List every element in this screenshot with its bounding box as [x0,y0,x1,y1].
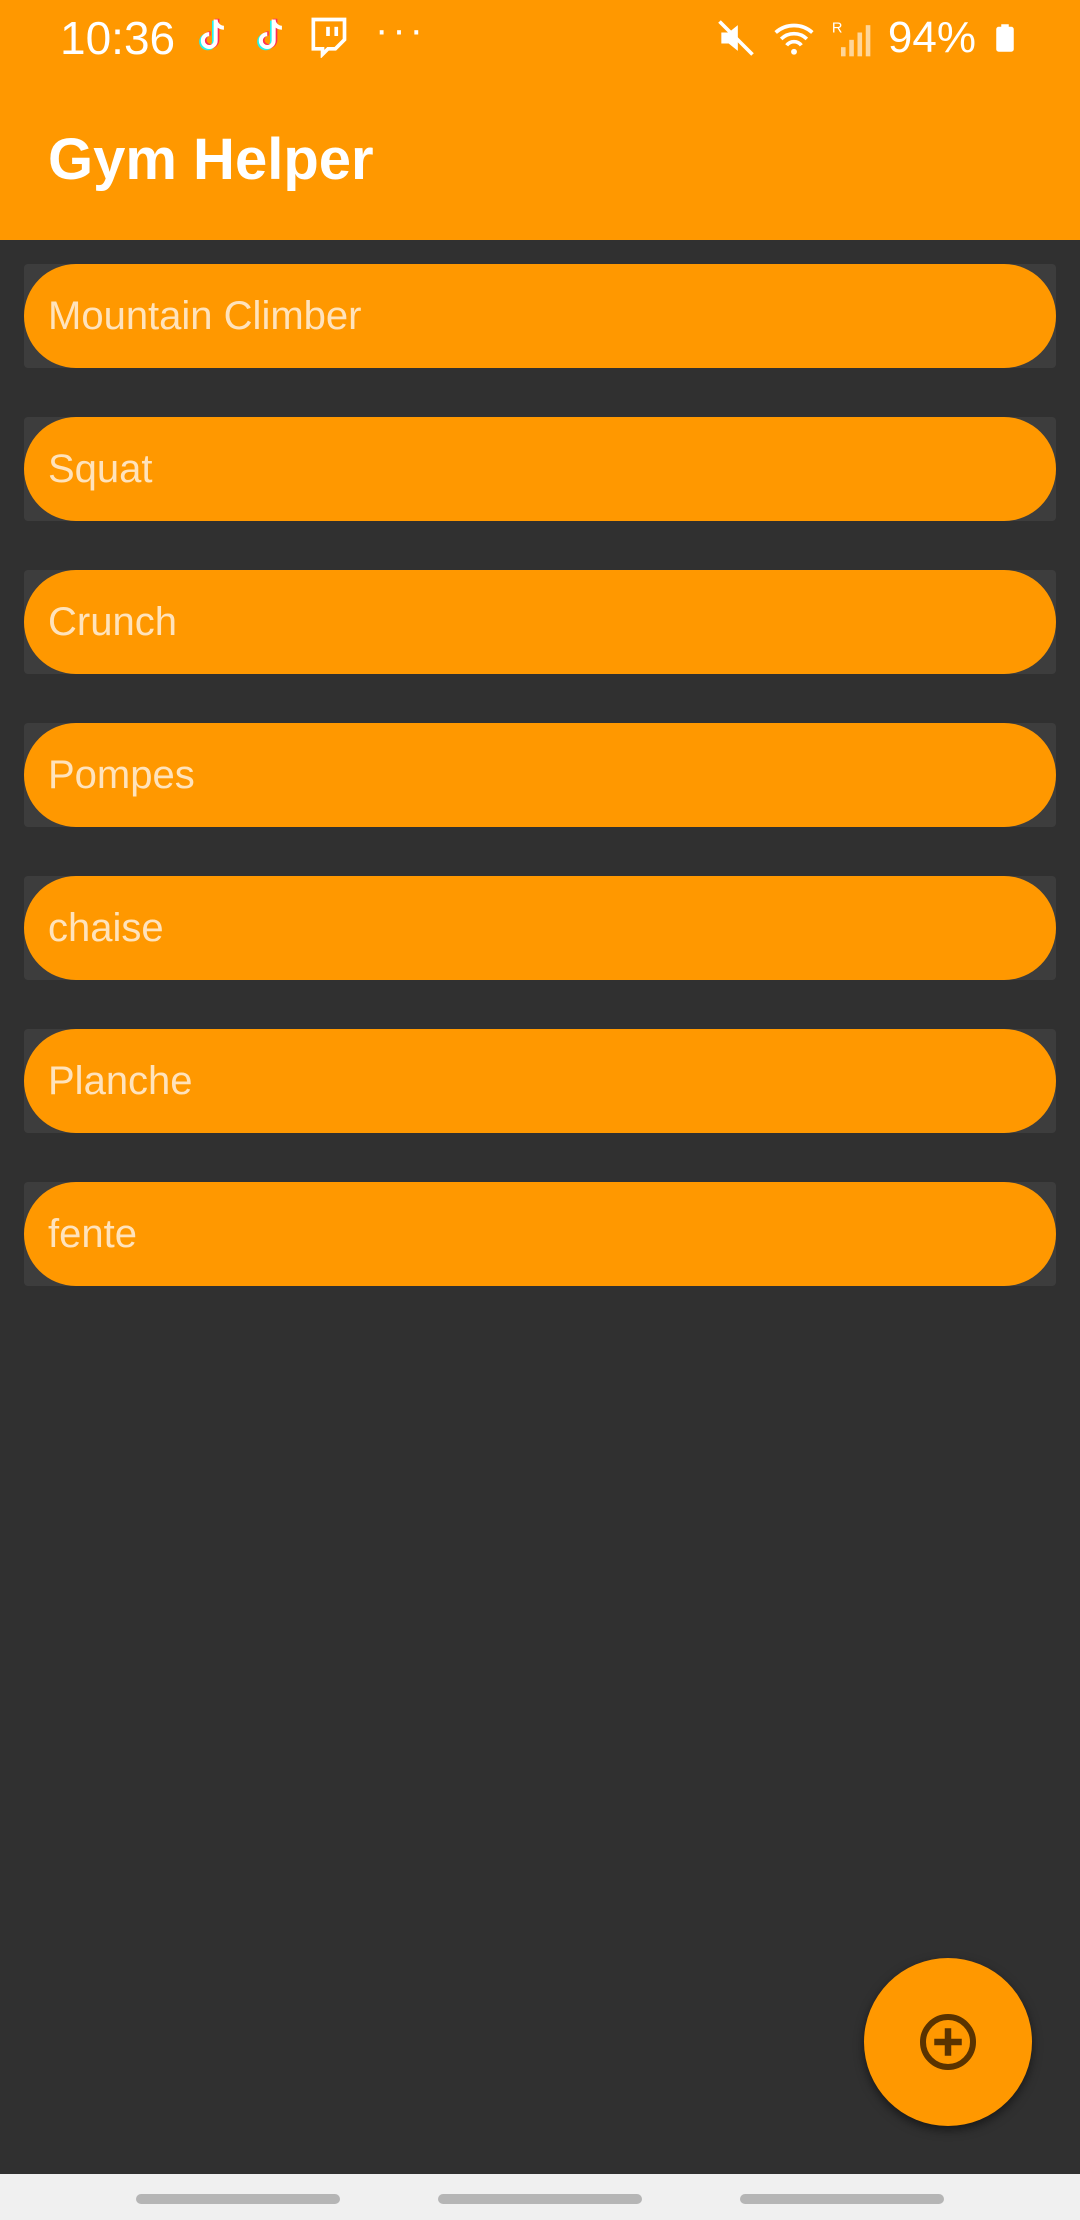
mute-icon [718,20,754,56]
recent-apps-button[interactable] [136,2194,340,2204]
exercise-button[interactable]: Mountain Climber [24,264,1056,368]
exercise-label: Mountain Climber [48,293,362,338]
exercise-list: Mountain Climber Squat Crunch Pompes cha… [24,264,1056,1335]
battery-percentage: 94% [887,13,976,62]
status-time: 10:36 [60,12,176,64]
exercise-item-chaise[interactable]: chaise [24,876,1056,980]
more-notifications-icon: ··· [375,8,427,52]
exercise-label: Planche [48,1058,193,1103]
exercise-item-crunch[interactable]: Crunch [24,570,1056,674]
exercise-label: chaise [48,905,164,950]
home-button[interactable] [438,2194,642,2204]
exercise-button[interactable]: Squat [24,417,1056,521]
app-bar: Gym Helper [0,74,1080,240]
add-circle-icon [920,2014,976,2070]
notification-icons [190,14,350,58]
twitch-icon [311,17,347,58]
signal-icon: R [832,21,871,57]
exercise-item-mountain-climber[interactable]: Mountain Climber [24,264,1056,368]
page-title: Gym Helper [48,127,374,192]
exercise-button[interactable]: chaise [24,876,1056,980]
exercise-label: Pompes [48,752,195,797]
exercise-label: fente [48,1211,137,1256]
navigation-bar [0,2174,1080,2220]
exercise-button[interactable]: Planche [24,1029,1056,1133]
battery-icon [996,24,1014,52]
exercise-item-fente[interactable]: fente [24,1182,1056,1286]
exercise-button[interactable]: Crunch [24,570,1056,674]
exercise-item-squat[interactable]: Squat [24,417,1056,521]
wifi-icon [774,23,814,55]
status-bar: 10:36 ··· R 94% [0,0,1080,74]
add-exercise-button[interactable] [864,1958,1032,2126]
tiktok-icon [199,18,225,51]
svg-text:R: R [832,21,843,37]
exercise-item-planche[interactable]: Planche [24,1029,1056,1133]
tiktok-icon [257,18,283,51]
exercise-label: Crunch [48,599,177,644]
back-button[interactable] [740,2194,944,2204]
exercise-item-pompes[interactable]: Pompes [24,723,1056,827]
system-icons: R 94% [714,10,1020,66]
exercise-button[interactable]: fente [24,1182,1056,1286]
exercise-button[interactable]: Pompes [24,723,1056,827]
exercise-label: Squat [48,446,153,491]
